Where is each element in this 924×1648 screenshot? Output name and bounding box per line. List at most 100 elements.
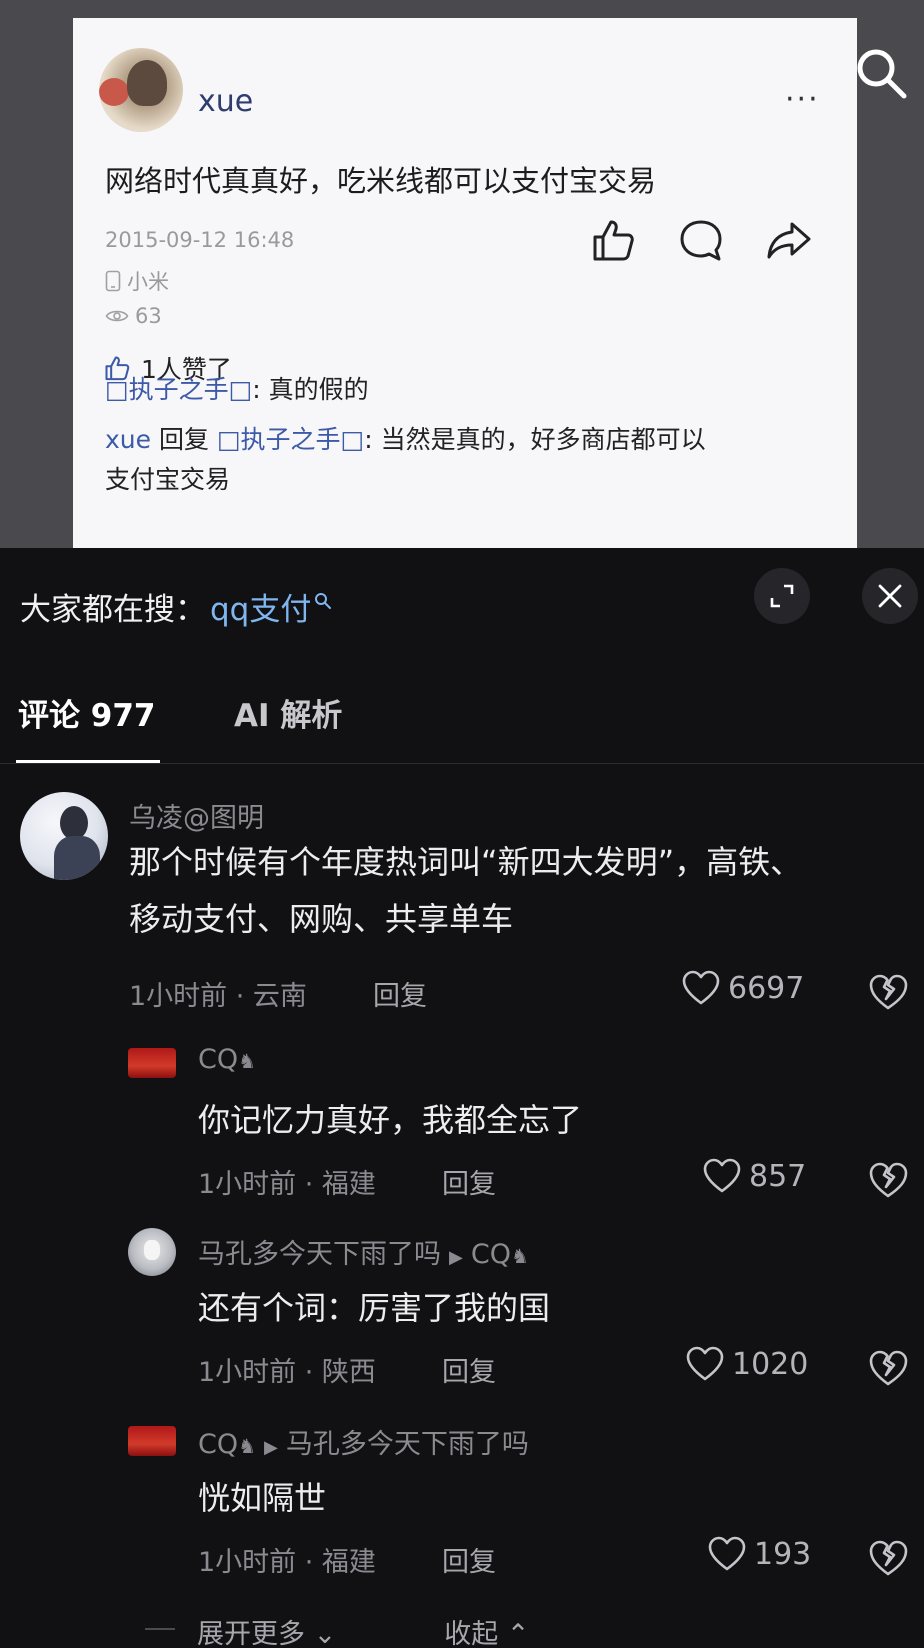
collapse-button[interactable]: 收起 ⌃ <box>444 1612 529 1648</box>
comment-meta: 1小时前 · 福建 <box>198 1547 376 1578</box>
comment-separator: : <box>364 425 381 454</box>
avatar-flower <box>99 78 129 106</box>
comment-text: 当然是真的，好多商店都可以 <box>380 425 706 454</box>
post-views: 63 <box>105 304 162 328</box>
expand-more-button[interactable]: 展开更多 ⌄ <box>197 1612 336 1648</box>
chevron-up-icon: ⌃ <box>498 1619 530 1648</box>
reply-target[interactable]: □执子之手□ <box>217 425 364 454</box>
heart-icon <box>686 1346 724 1381</box>
author-name: CQ <box>198 1044 239 1075</box>
small-search-icon <box>315 592 332 609</box>
post-comment-2: xue 回复 □执子之手□: 当然是真的，好多商店都可以 支付宝交易 <box>105 420 825 500</box>
like-button[interactable]: 857 <box>703 1158 806 1194</box>
avatar-body <box>54 836 100 880</box>
comment-author[interactable]: xue <box>105 425 151 454</box>
like-count: 857 <box>749 1158 807 1194</box>
post-screenshot-area: xue ··· 网络时代真真好，吃米线都可以支付宝交易 2015-09-12 1… <box>0 0 924 548</box>
post-avatar[interactable] <box>99 48 183 132</box>
comment-tabs: 评论 977 AI 解析 <box>0 690 924 764</box>
heart-icon <box>708 1536 746 1571</box>
thread-controls: 展开更多 ⌄ 收起 ⌃ <box>197 1612 529 1648</box>
comment-meta: 1小时前 · 云南 <box>129 981 307 1012</box>
comment-text: 恍如隔世 <box>198 1479 327 1517</box>
share-icon[interactable] <box>765 216 813 264</box>
like-count: 6697 <box>728 970 805 1006</box>
like-count: 193 <box>754 1536 812 1572</box>
post-username[interactable]: xue <box>198 84 253 119</box>
close-button[interactable] <box>862 568 918 624</box>
avatar[interactable] <box>128 1426 176 1456</box>
comment-author[interactable]: CQ♞ <box>198 1044 256 1075</box>
expand-icon <box>770 584 794 608</box>
heart-icon <box>703 1158 741 1193</box>
more-options-icon[interactable]: ··· <box>785 82 820 117</box>
author-name: CQ <box>198 1429 239 1460</box>
reply-word: 回复 <box>151 425 217 454</box>
post-text: 网络时代真真好，吃米线都可以支付宝交易 <box>105 164 657 198</box>
comment-separator: : <box>252 375 269 404</box>
avatar-hair <box>60 806 88 840</box>
reply-button[interactable]: 回复 <box>373 974 427 1013</box>
like-button[interactable]: 1020 <box>686 1346 808 1382</box>
broken-heart-icon[interactable] <box>868 1538 908 1578</box>
thread-divider <box>145 1628 175 1630</box>
comment-text: 那个时候有个年度热词叫“新四大发明”，高铁、 移动支付、网购、共享单车 <box>129 834 802 948</box>
hot-search-label: 大家都在搜： <box>20 592 206 628</box>
device-name: 小米 <box>127 270 169 294</box>
comment-author[interactable]: 乌凌@图明 <box>129 796 264 835</box>
comment-text-cont: 支付宝交易 <box>105 465 231 494</box>
tab-comments[interactable]: 评论 977 <box>18 690 156 735</box>
comment-text: 还有个词：厉害了我的国 <box>198 1289 551 1327</box>
avatar[interactable] <box>128 1048 176 1078</box>
reply-target[interactable]: 马孔多今天下雨了吗 <box>286 1429 529 1460</box>
comment-meta: 1小时前 · 福建 <box>198 1169 376 1200</box>
hot-search-term[interactable]: qq支付 <box>210 584 311 629</box>
chess-knight-icon: ♞ <box>510 1244 529 1268</box>
comment-text-line: 移动支付、网购、共享单车 <box>129 900 514 938</box>
eye-icon <box>105 310 129 322</box>
phone-icon <box>105 270 121 292</box>
comment-author[interactable]: 马孔多今天下雨了吗 ▶ CQ♞ <box>198 1232 529 1271</box>
comment-text-line: 那个时候有个年度热词叫“新四大发明”，高铁、 <box>129 843 803 881</box>
close-icon <box>878 584 902 608</box>
reply-button[interactable]: 回复 <box>442 1350 496 1389</box>
reply-button[interactable]: 回复 <box>442 1540 496 1579</box>
post-card: xue ··· 网络时代真真好，吃米线都可以支付宝交易 2015-09-12 1… <box>73 18 857 548</box>
like-count: 1020 <box>732 1346 809 1382</box>
expand-more-label: 展开更多 <box>197 1619 305 1648</box>
thumbs-up-icon[interactable] <box>589 216 637 264</box>
tab-ai-analysis[interactable]: AI 解析 <box>234 690 342 735</box>
chess-knight-icon: ♞ <box>238 1434 257 1458</box>
avatar[interactable] <box>128 1228 176 1276</box>
avatar[interactable] <box>20 792 108 880</box>
broken-heart-icon[interactable] <box>868 1348 908 1388</box>
comment-text: 你记忆力真好，我都全忘了 <box>198 1101 583 1139</box>
comment-author[interactable]: CQ♞ ▶ 马孔多今天下雨了吗 <box>198 1422 529 1461</box>
reply-arrow-icon: ▶ <box>449 1247 463 1268</box>
avatar-figure <box>127 60 167 106</box>
post-comment-1: □执子之手□: 真的假的 <box>105 370 825 410</box>
chess-knight-icon: ♞ <box>238 1049 257 1073</box>
heart-icon <box>682 970 720 1005</box>
broken-heart-icon[interactable] <box>868 1160 908 1200</box>
comment-text: 真的假的 <box>268 375 369 404</box>
comment-bubble-icon[interactable] <box>677 216 725 264</box>
comment-author[interactable]: □执子之手□ <box>105 375 252 404</box>
chevron-down-icon: ⌄ <box>305 1619 337 1648</box>
reply-target[interactable]: CQ <box>471 1239 511 1270</box>
search-icon[interactable] <box>852 44 912 104</box>
hot-search-bar[interactable]: 大家都在搜： qq支付 <box>20 584 332 629</box>
post-device: 小米 <box>105 266 169 296</box>
like-button[interactable]: 193 <box>708 1536 811 1572</box>
view-count: 63 <box>135 304 162 328</box>
reply-button[interactable]: 回复 <box>442 1162 496 1201</box>
post-action-bar <box>589 216 829 268</box>
expand-button[interactable] <box>754 568 810 624</box>
author-name: 马孔多今天下雨了吗 <box>198 1239 441 1270</box>
broken-heart-icon[interactable] <box>868 972 908 1012</box>
comment-meta: 1小时前 · 陕西 <box>198 1357 376 1388</box>
reply-arrow-icon: ▶ <box>264 1437 278 1458</box>
tabs-divider <box>0 763 924 764</box>
like-button[interactable]: 6697 <box>682 970 804 1006</box>
collapse-label: 收起 <box>444 1619 499 1648</box>
